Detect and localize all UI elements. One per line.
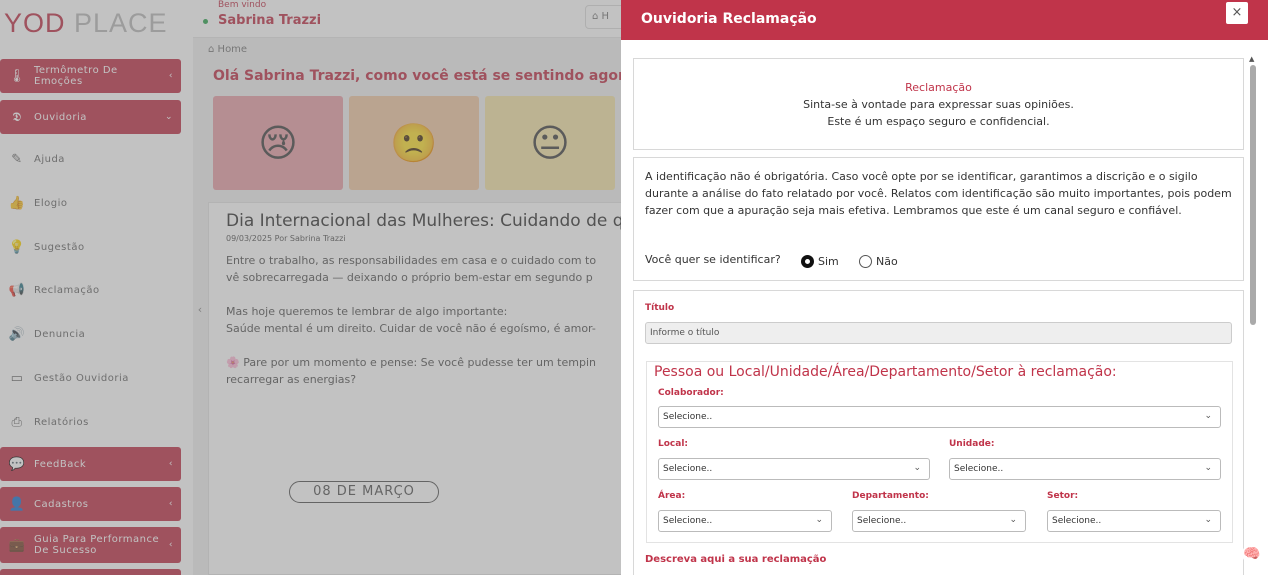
- chevron-down-icon: ⌄: [1009, 515, 1017, 525]
- identification-notice: A identificação não é obrigatória. Caso …: [645, 170, 1232, 217]
- description-label: Descreva aqui a sua reclamação: [645, 554, 827, 565]
- unidade-label: Unidade:: [949, 439, 995, 449]
- complaint-panel: Ouvidoria Reclamação × Reclamação Sinta-…: [621, 0, 1268, 575]
- departamento-label: Departamento:: [852, 491, 929, 501]
- radio-identify-yes[interactable]: Sim: [801, 255, 839, 268]
- close-button[interactable]: ×: [1226, 2, 1248, 24]
- modal-backdrop[interactable]: [0, 0, 621, 575]
- target-section-heading: Pessoa ou Local/Unidade/Área/Departament…: [654, 364, 1117, 380]
- panel-header: Ouvidoria Reclamação ×: [621, 0, 1268, 40]
- departamento-select[interactable]: Selecione.. ⌄: [852, 510, 1026, 532]
- chevron-down-icon: ⌄: [1204, 463, 1212, 473]
- radio-identify-no[interactable]: Não: [859, 255, 898, 268]
- setor-select[interactable]: Selecione.. ⌄: [1047, 510, 1221, 532]
- panel-title: Ouvidoria Reclamação: [641, 11, 817, 27]
- intro-line: Sinta-se à vontade para expressar suas o…: [803, 98, 1074, 111]
- identify-question: Você quer se identificar?: [645, 253, 781, 266]
- area-label: Área:: [658, 491, 686, 501]
- chevron-down-icon: ⌄: [815, 515, 823, 525]
- local-select[interactable]: Selecione.. ⌄: [658, 458, 930, 480]
- intro-line: Este é um espaço seguro e confidencial.: [827, 115, 1050, 128]
- colaborador-select[interactable]: Selecione.. ⌄: [658, 406, 1221, 428]
- scrollbar-thumb[interactable]: [1250, 65, 1256, 325]
- unidade-select[interactable]: Selecione.. ⌄: [949, 458, 1221, 480]
- colaborador-label: Colaborador:: [658, 388, 724, 398]
- radio-unchecked-icon: [859, 255, 872, 268]
- setor-label: Setor:: [1047, 491, 1079, 501]
- chevron-down-icon: ⌄: [1204, 515, 1212, 525]
- close-icon: ×: [1231, 5, 1243, 20]
- intro-title: Reclamação: [905, 81, 972, 94]
- target-section: Pessoa ou Local/Unidade/Área/Departament…: [646, 361, 1233, 543]
- complaint-form: Título Informe o título Pessoa ou Local/…: [633, 290, 1244, 575]
- scroll-up-icon: ▲: [1249, 55, 1255, 63]
- chevron-down-icon: ⌄: [1204, 411, 1212, 421]
- panel-scrollbar[interactable]: ▲: [1249, 55, 1257, 575]
- title-label: Título: [645, 303, 675, 313]
- title-input[interactable]: Informe o título: [645, 322, 1232, 344]
- app: YOD PLACE 🌡 Termômetro De Emoções ‹ 𝕯 Ou…: [0, 0, 1268, 575]
- identification-box: A identificação não é obrigatória. Caso …: [633, 157, 1244, 281]
- local-label: Local:: [658, 439, 689, 449]
- intro-box: Reclamação Sinta-se à vontade para expre…: [633, 58, 1244, 150]
- brain-icon[interactable]: 🧠: [1242, 544, 1262, 564]
- radio-checked-icon: [801, 255, 814, 268]
- area-select[interactable]: Selecione.. ⌄: [658, 510, 832, 532]
- chevron-down-icon: ⌄: [913, 463, 921, 473]
